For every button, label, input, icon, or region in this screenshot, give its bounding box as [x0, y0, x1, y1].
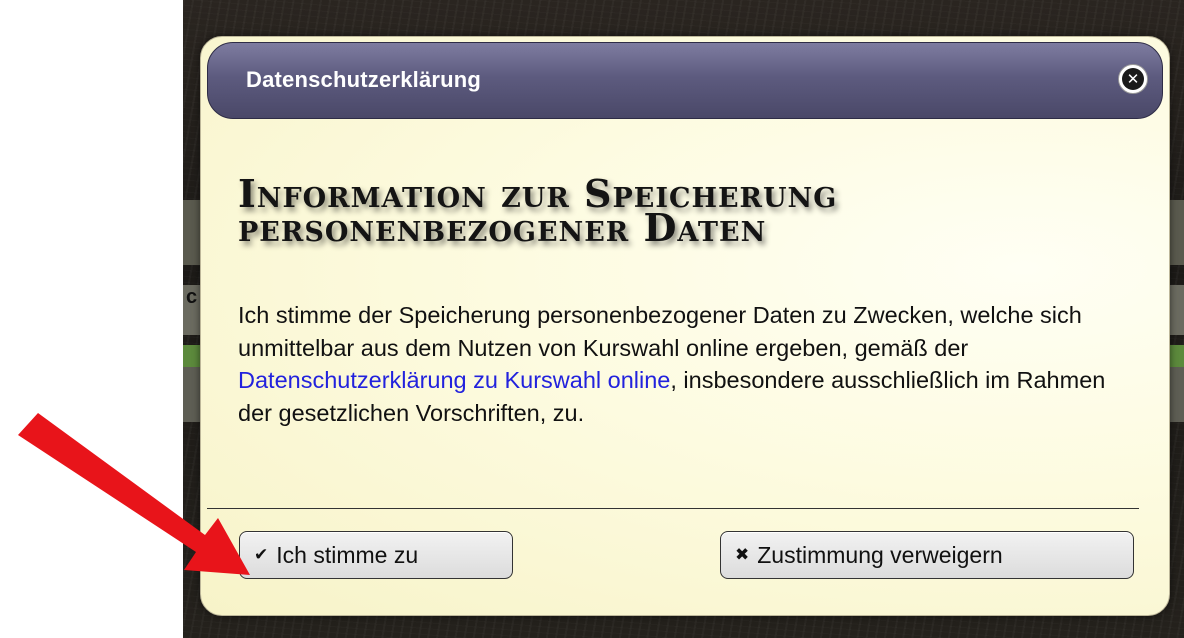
close-icon: ✕ [1122, 68, 1144, 90]
button-divider [207, 508, 1139, 509]
backdrop-peek-text: c [186, 286, 198, 308]
decline-button-label: Zustimmung verweigern [757, 541, 1003, 568]
red-arrow-icon [18, 413, 250, 575]
dialog-heading: Information zur Speicherung personenbezo… [238, 171, 838, 250]
dialog-titlebar[interactable]: Datenschutzerklärung ✕ [207, 42, 1163, 119]
check-icon: ✔ [254, 545, 269, 565]
decline-button[interactable]: ✖ Zustimmung verweigern [720, 531, 1134, 579]
privacy-policy-link[interactable]: Datenschutzerklärung zu Kurswahl online [238, 367, 670, 393]
accept-button[interactable]: ✔ Ich stimme zu [239, 531, 513, 579]
screenshot-stage: c Datenschutzerklärung ✕ Information zur… [0, 0, 1184, 638]
accept-button-label: Ich stimme zu [276, 541, 419, 568]
privacy-dialog: Datenschutzerklärung ✕ Information zur S… [200, 36, 1170, 616]
dialog-title: Datenschutzerklärung [246, 67, 482, 92]
dialog-body: Ich stimme der Speicherung personenbezog… [238, 299, 1138, 429]
close-button[interactable]: ✕ [1118, 64, 1148, 94]
body-text-start: Ich stimme der Speicherung personenbezog… [238, 302, 1082, 361]
x-icon: ✖ [735, 545, 750, 565]
